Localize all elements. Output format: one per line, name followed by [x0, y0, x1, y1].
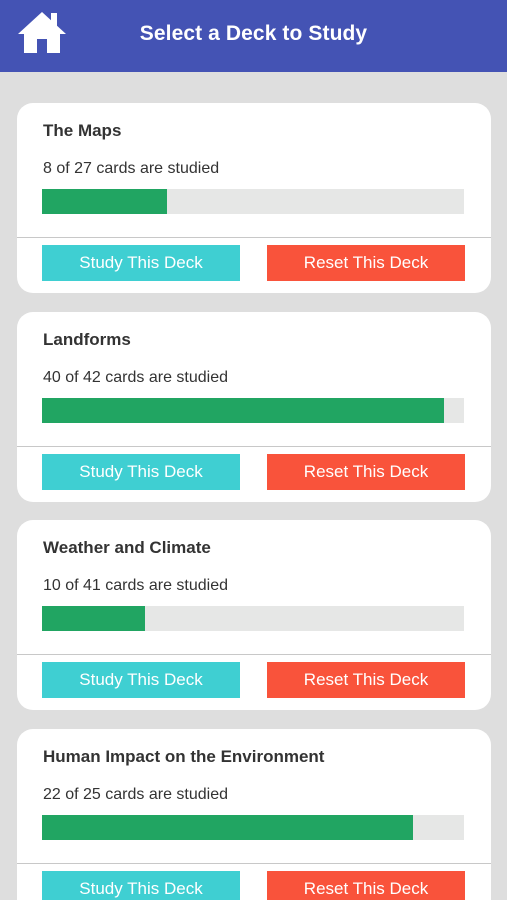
study-deck-button[interactable]: Study This Deck: [42, 662, 240, 698]
study-deck-button[interactable]: Study This Deck: [42, 871, 240, 900]
app-header: Select a Deck to Study: [0, 0, 507, 72]
progress-bar-fill: [42, 189, 168, 214]
progress-bar-fill: [42, 398, 444, 423]
deck-title: Landforms: [43, 330, 131, 349]
reset-deck-button[interactable]: Reset This Deck: [267, 662, 465, 698]
study-deck-button[interactable]: Study This Deck: [42, 245, 240, 281]
deck-list: The Maps 8 of 27 cards are studied Study…: [0, 72, 507, 900]
deck-progress-text: 8 of 27 cards are studied: [43, 160, 220, 177]
page-title: Select a Deck to Study: [139, 22, 368, 45]
deck-card: Weather and Climate 10 of 41 cards are s…: [17, 520, 491, 710]
progress-bar-fill: [42, 606, 145, 631]
card-divider: [17, 654, 491, 655]
deck-progress-text: 22 of 25 cards are studied: [43, 786, 229, 803]
progress-bar: [42, 606, 464, 631]
study-deck-button[interactable]: Study This Deck: [42, 454, 240, 490]
deck-title: Human Impact on the Environment: [43, 747, 325, 766]
deck-card: The Maps 8 of 27 cards are studied Study…: [17, 103, 491, 293]
deck-title: The Maps: [43, 121, 122, 140]
progress-bar: [42, 398, 464, 423]
deck-progress-text: 10 of 41 cards are studied: [43, 577, 229, 594]
progress-bar: [42, 189, 464, 214]
card-divider: [17, 446, 491, 447]
card-divider: [17, 237, 491, 238]
progress-bar-fill: [42, 815, 414, 840]
deck-card: Human Impact on the Environment 22 of 25…: [17, 729, 491, 900]
card-divider: [17, 863, 491, 864]
reset-deck-button[interactable]: Reset This Deck: [267, 871, 465, 900]
reset-deck-button[interactable]: Reset This Deck: [267, 245, 465, 281]
reset-deck-button[interactable]: Reset This Deck: [267, 454, 465, 490]
deck-progress-text: 40 of 42 cards are studied: [43, 369, 229, 386]
progress-bar: [42, 815, 464, 840]
deck-title: Weather and Climate: [43, 538, 211, 557]
deck-card: Landforms 40 of 42 cards are studied Stu…: [17, 312, 491, 502]
